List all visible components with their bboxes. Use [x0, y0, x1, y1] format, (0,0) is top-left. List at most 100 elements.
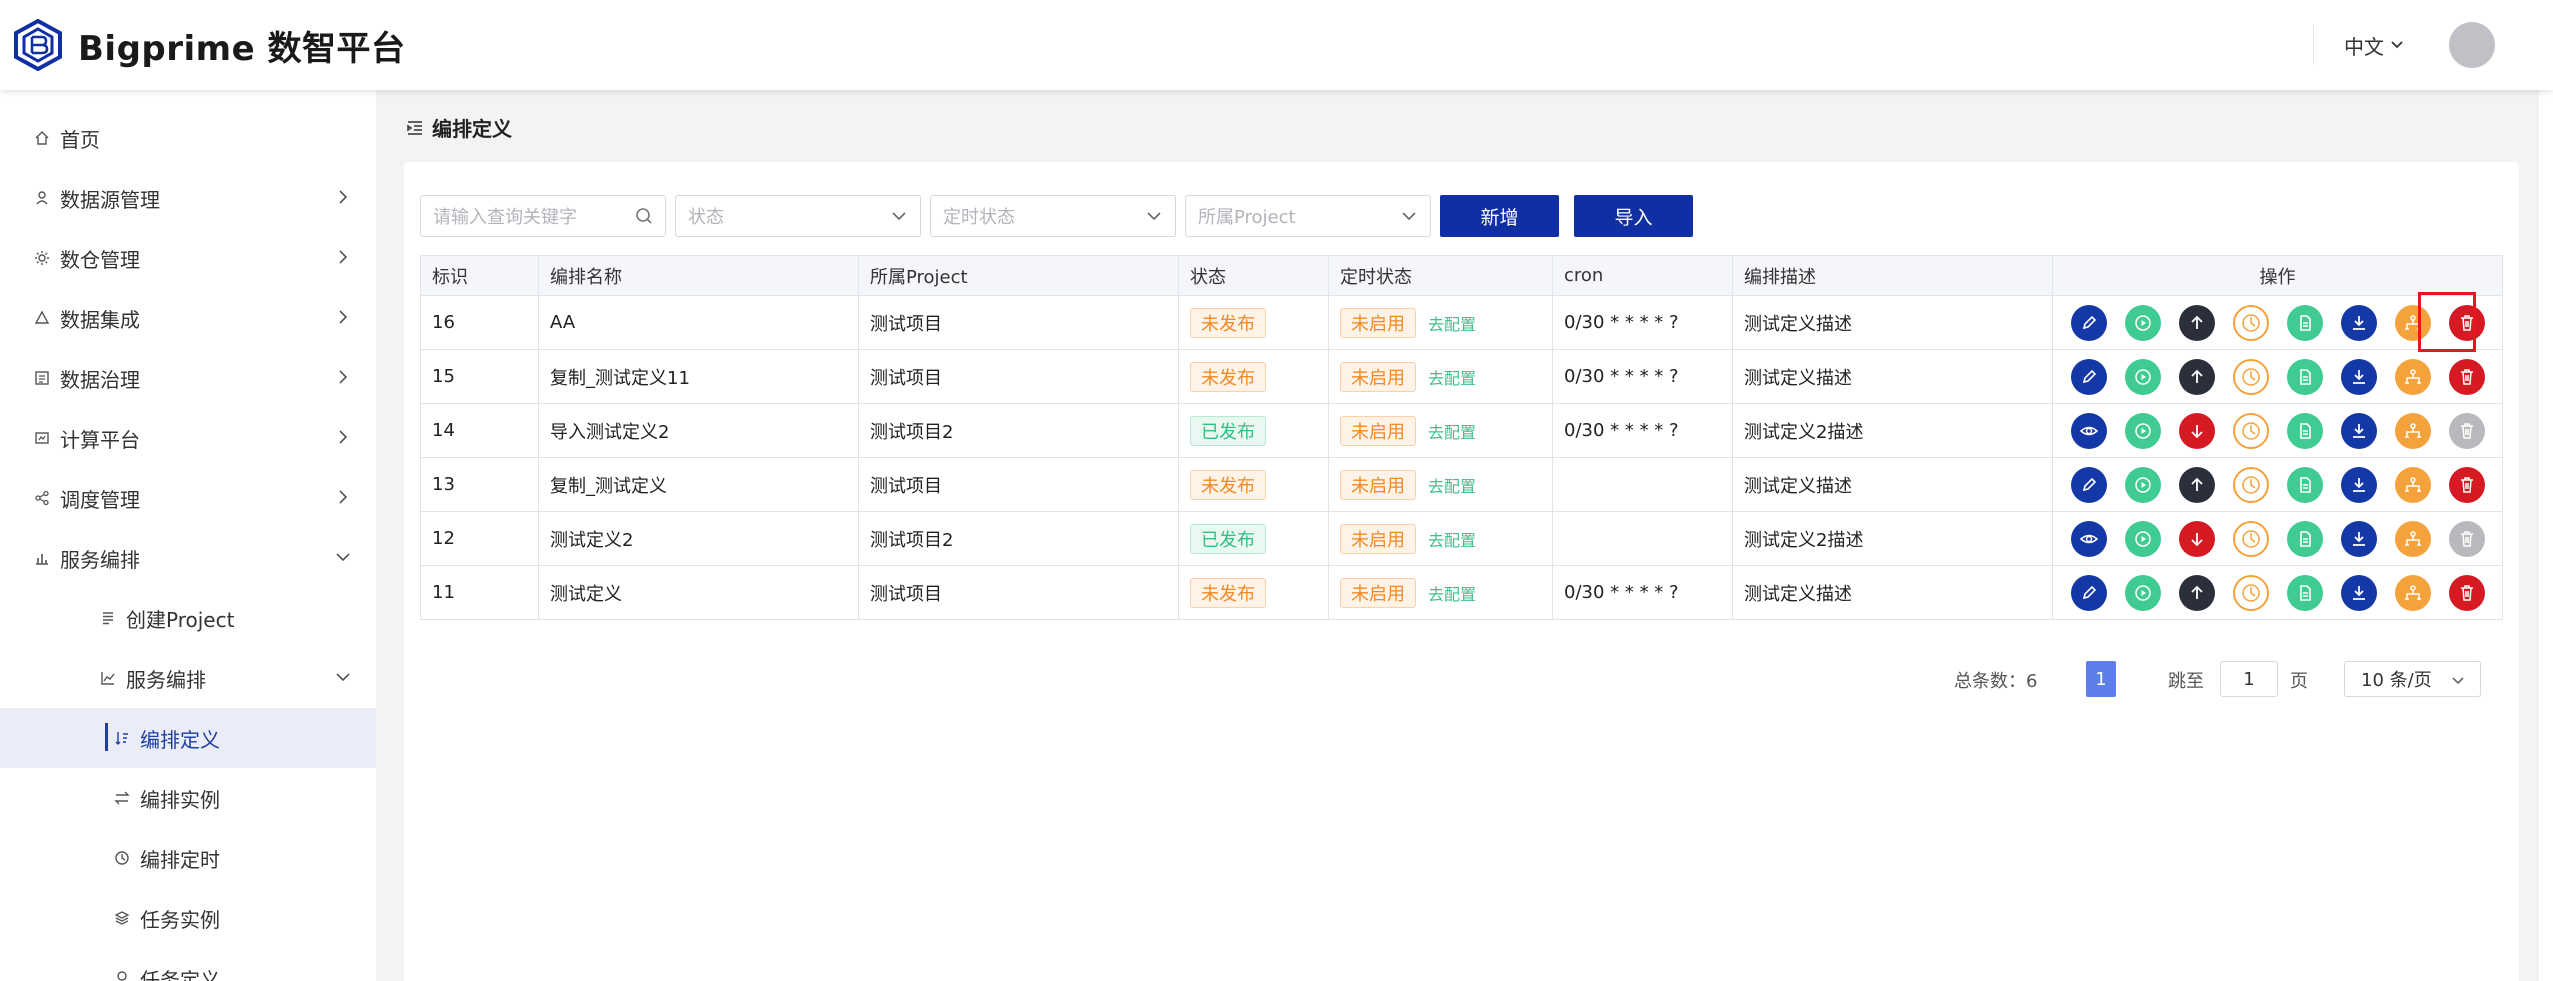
sidebar-item-orchestration-instance[interactable]: 编排实例 — [0, 768, 376, 828]
unpublish-button[interactable] — [2178, 412, 2215, 449]
delete-button[interactable] — [2448, 466, 2485, 503]
sidebar-item-orchestration-timer[interactable]: 编排定时 — [0, 828, 376, 888]
sidebar-item-schedule[interactable]: 调度管理 — [0, 468, 376, 528]
edit-button[interactable] — [2070, 358, 2107, 395]
add-button[interactable]: 新增 — [1440, 195, 1559, 237]
sidebar-item-datasource[interactable]: 数据源管理 — [0, 168, 376, 228]
cell-name: 测试定义2 — [539, 512, 859, 565]
export-button[interactable] — [2340, 358, 2377, 395]
active-indicator — [105, 723, 108, 751]
timer-badge: 未启用 — [1340, 415, 1416, 446]
cell-cron: 0/30 * * * * ? — [1553, 296, 1733, 349]
pencil-icon — [2082, 477, 2096, 491]
delete-button-disabled[interactable] — [2448, 520, 2485, 557]
export-button[interactable] — [2340, 304, 2377, 341]
copy-button[interactable] — [2286, 466, 2323, 503]
jump-page-input[interactable]: 1 — [2220, 661, 2278, 697]
delete-button[interactable] — [2448, 574, 2485, 611]
copy-button[interactable] — [2286, 358, 2323, 395]
cell-timer: 未启用 去配置 — [1329, 350, 1553, 403]
sidebar-item-compute[interactable]: 计算平台 — [0, 408, 376, 468]
page-size-select[interactable]: 10 条/页 — [2344, 661, 2481, 697]
publish-button[interactable] — [2178, 358, 2215, 395]
configure-link[interactable]: 去配置 — [1428, 311, 1476, 335]
publish-button[interactable] — [2178, 574, 2215, 611]
sidebar-item-orchestration-definition[interactable]: 编排定义 — [0, 708, 376, 768]
run-button[interactable] — [2124, 520, 2161, 557]
status-select[interactable]: 状态 — [675, 195, 921, 237]
timer-button[interactable] — [2232, 574, 2269, 611]
timer-status-select[interactable]: 定时状态 — [930, 195, 1176, 237]
timer-button[interactable] — [2232, 466, 2269, 503]
copy-button[interactable] — [2286, 520, 2323, 557]
configure-link[interactable]: 去配置 — [1428, 581, 1476, 605]
deploy-button[interactable] — [2394, 358, 2431, 395]
sidebar-item-task-definition[interactable]: 任务定义 — [0, 948, 376, 981]
timer-badge: 未启用 — [1340, 307, 1416, 338]
status-badge: 未发布 — [1190, 577, 1266, 608]
configure-link[interactable]: 去配置 — [1428, 527, 1476, 551]
play-icon — [2134, 530, 2151, 547]
sidebar-item-label: 创建Project — [126, 607, 235, 632]
cell-id: 13 — [421, 458, 539, 511]
language-switcher[interactable]: 中文 — [2344, 31, 2404, 60]
delete-button-disabled[interactable] — [2448, 412, 2485, 449]
timer-button[interactable] — [2232, 358, 2269, 395]
cell-project: 测试项目 — [859, 296, 1179, 349]
sidebar-item-service-orchestration[interactable]: 服务编排 — [0, 648, 376, 708]
export-button[interactable] — [2340, 466, 2377, 503]
sidebar-item-home[interactable]: 首页 — [0, 108, 376, 168]
sidebar-item-orchestration[interactable]: 服务编排 — [0, 528, 376, 588]
sidebar-item-integration[interactable]: 数据集成 — [0, 288, 376, 348]
cell-cron: 0/30 * * * * ? — [1553, 566, 1733, 619]
view-button[interactable] — [2070, 412, 2107, 449]
deploy-button[interactable] — [2394, 412, 2431, 449]
avatar[interactable] — [2449, 22, 2495, 68]
export-button[interactable] — [2340, 574, 2377, 611]
edit-button[interactable] — [2070, 466, 2107, 503]
page-number-current[interactable]: 1 — [2086, 661, 2116, 697]
run-button[interactable] — [2124, 466, 2161, 503]
copy-button[interactable] — [2286, 412, 2323, 449]
publish-button[interactable] — [2178, 466, 2215, 503]
configure-link[interactable]: 去配置 — [1428, 419, 1476, 443]
unpublish-button[interactable] — [2178, 520, 2215, 557]
timer-button[interactable] — [2232, 304, 2269, 341]
page-scrollbar[interactable] — [2539, 0, 2553, 981]
status-badge: 未发布 — [1190, 361, 1266, 392]
edit-button[interactable] — [2070, 574, 2107, 611]
run-button[interactable] — [2124, 412, 2161, 449]
logo[interactable]: Bigprime 数智平台 — [12, 19, 406, 71]
deploy-button[interactable] — [2394, 520, 2431, 557]
deploy-button[interactable] — [2394, 466, 2431, 503]
view-button[interactable] — [2070, 520, 2107, 557]
menu-fold-icon[interactable] — [406, 119, 424, 137]
export-button[interactable] — [2340, 520, 2377, 557]
header-cron: cron — [1553, 256, 1733, 295]
export-button[interactable] — [2340, 412, 2377, 449]
copy-button[interactable] — [2286, 574, 2323, 611]
table-row: 11 测试定义 测试项目 未发布 未启用 去配置 0/30 * * * * ? 测… — [421, 566, 2503, 620]
sidebar-item-governance[interactable]: 数据治理 — [0, 348, 376, 408]
deploy-button[interactable] — [2394, 574, 2431, 611]
run-button[interactable] — [2124, 574, 2161, 611]
timer-button[interactable] — [2232, 412, 2269, 449]
sidebar-item-warehouse[interactable]: 数仓管理 — [0, 228, 376, 288]
sidebar-item-task-instance[interactable]: 任务实例 — [0, 888, 376, 948]
sidebar-item-create-project[interactable]: 创建Project — [0, 588, 376, 648]
configure-link[interactable]: 去配置 — [1428, 473, 1476, 497]
edit-button[interactable] — [2070, 304, 2107, 341]
configure-link[interactable]: 去配置 — [1428, 365, 1476, 389]
timer-button[interactable] — [2232, 520, 2269, 557]
run-button[interactable] — [2124, 304, 2161, 341]
project-select[interactable]: 所属Project — [1185, 195, 1431, 237]
copy-button[interactable] — [2286, 304, 2323, 341]
import-button[interactable]: 导入 — [1574, 195, 1693, 237]
delete-button[interactable] — [2448, 358, 2485, 395]
search-input[interactable]: 请输入查询关键字 — [420, 195, 666, 237]
search-icon[interactable] — [635, 207, 653, 225]
clock-icon — [2241, 421, 2260, 440]
pencil-icon — [2082, 369, 2096, 383]
publish-button[interactable] — [2178, 304, 2215, 341]
run-button[interactable] — [2124, 358, 2161, 395]
